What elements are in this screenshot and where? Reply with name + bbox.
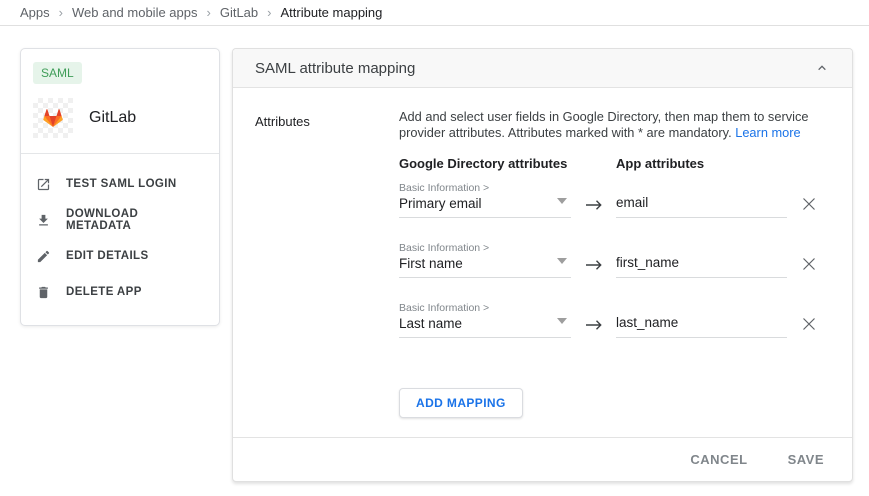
directory-attribute-value: Primary email [399,195,571,212]
add-mapping-button[interactable]: ADD MAPPING [399,388,523,418]
app-attribute-input[interactable] [616,194,787,211]
breadcrumb: Apps › Web and mobile apps › GitLab › At… [0,0,869,26]
chevron-right-icon: › [59,5,63,19]
panel-footer: CANCEL SAVE [233,437,852,481]
trash-icon [36,285,51,300]
mapping-rows: Basic Information > Primary email [399,182,852,338]
directory-attribute-select[interactable]: Basic Information > First name [399,242,571,278]
app-attribute-input[interactable] [616,254,787,271]
breadcrumb-item-web-and-mobile-apps[interactable]: Web and mobile apps [72,5,198,20]
remove-mapping-button[interactable] [802,197,816,211]
app-identity: GitLab [33,98,207,138]
arrow-right-icon [585,259,603,271]
menu-item-delete-app[interactable]: DELETE APP [21,274,219,310]
close-icon [802,197,816,211]
app-info-card: SAML GitLab [20,48,220,326]
directory-attribute-category: Basic Information > [399,302,571,314]
open-in-new-icon [36,177,51,192]
attributes-main-column: Add and select user fields in Google Dir… [399,109,852,418]
dropdown-caret-icon [557,198,567,204]
app-attribute-field [616,314,787,338]
menu-item-download-metadata[interactable]: DOWNLOAD METADATA [21,202,219,238]
mapping-row: Basic Information > Primary email [399,182,852,218]
saml-badge: SAML [33,62,82,84]
arrow-right-icon [585,199,603,211]
panel-title: SAML attribute mapping [255,60,814,77]
breadcrumb-item-apps[interactable]: Apps [20,5,50,20]
directory-attribute-value: First name [399,255,571,272]
remove-mapping-button[interactable] [802,257,816,271]
directory-attribute-select[interactable]: Basic Information > Last name [399,302,571,338]
directory-attribute-select[interactable]: Basic Information > Primary email [399,182,571,218]
app-attribute-input[interactable] [616,314,787,331]
menu-item-label: DOWNLOAD METADATA [66,208,204,232]
app-name: GitLab [89,109,136,127]
chevron-right-icon: › [207,5,211,19]
save-button[interactable]: SAVE [788,452,824,467]
gitlab-logo [33,98,73,138]
directory-attribute-category: Basic Information > [399,182,571,194]
menu-item-label: DELETE APP [66,286,142,298]
maps-to-arrow [571,319,616,331]
gitlab-tanuki-icon [36,102,70,134]
chevron-right-icon: › [267,5,271,19]
directory-attributes-column-header: Google Directory attributes [399,156,616,171]
maps-to-arrow [571,259,616,271]
breadcrumb-current: Attribute mapping [281,5,383,20]
panel-body: Attributes Add and select user fields in… [233,88,852,437]
remove-mapping-button[interactable] [802,317,816,331]
arrow-right-icon [585,319,603,331]
saml-attribute-mapping-panel: SAML attribute mapping Attributes Add an… [232,48,853,482]
menu-item-test-saml-login[interactable]: TEST SAML LOGIN [21,166,219,202]
app-attributes-column-header: App attributes [616,156,704,171]
cancel-button[interactable]: CANCEL [690,452,747,467]
mapping-row: Basic Information > First name [399,242,852,278]
attributes-section-label: Attributes [255,114,310,129]
app-actions-menu: TEST SAML LOGIN DOWNLOAD METADATA EDIT D… [21,154,219,322]
panel-header-toggle[interactable]: SAML attribute mapping [233,49,852,88]
close-icon [802,257,816,271]
mapping-column-headers: Google Directory attributes App attribut… [399,156,852,171]
page: Apps › Web and mobile apps › GitLab › At… [0,0,869,496]
learn-more-link[interactable]: Learn more [735,125,800,140]
pencil-icon [36,249,51,264]
attributes-description: Add and select user fields in Google Dir… [399,109,852,141]
app-attribute-field [616,254,787,278]
menu-item-label: TEST SAML LOGIN [66,178,177,190]
download-icon [36,213,51,228]
chevron-up-icon [814,60,830,76]
mapping-row: Basic Information > Last name [399,302,852,338]
dropdown-caret-icon [557,258,567,264]
close-icon [802,317,816,331]
menu-item-edit-details[interactable]: EDIT DETAILS [21,238,219,274]
app-attribute-field [616,194,787,218]
dropdown-caret-icon [557,318,567,324]
breadcrumb-item-gitlab[interactable]: GitLab [220,5,258,20]
directory-attribute-value: Last name [399,315,571,332]
directory-attribute-category: Basic Information > [399,242,571,254]
menu-item-label: EDIT DETAILS [66,250,149,262]
maps-to-arrow [571,199,616,211]
